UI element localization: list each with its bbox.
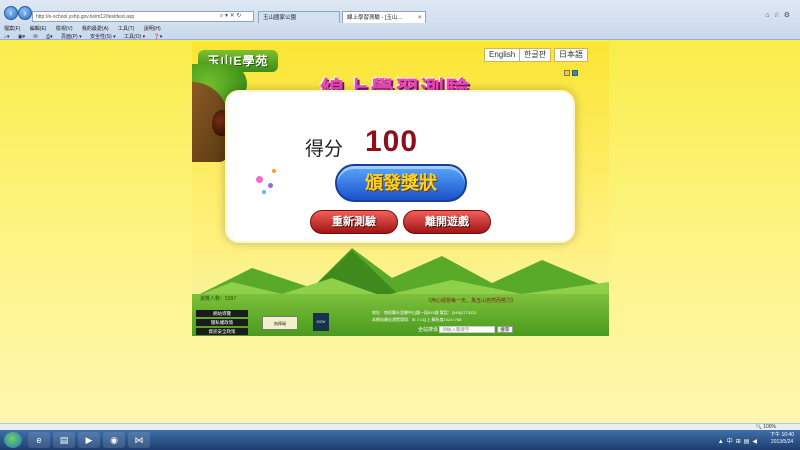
system-tray[interactable]: ▲中⊞▤◀	[718, 436, 760, 445]
bubble-decoration	[268, 183, 273, 188]
score-label: 得分	[305, 139, 344, 160]
lang-korean[interactable]: 한글판	[519, 48, 552, 62]
footer-link-security[interactable]: 資訊安全政策	[196, 328, 248, 335]
footer-link-privacy[interactable]: 隱私權政策	[196, 319, 248, 326]
ie-taskbar-icon[interactable]: e	[28, 432, 50, 448]
award-certificate-button[interactable]: 頒發獎狀	[335, 164, 467, 202]
govt-badge[interactable]: GOV	[313, 313, 329, 331]
back-button[interactable]: ‹	[4, 6, 18, 20]
menu-help[interactable]: 說明(H)	[144, 26, 161, 32]
lang-english[interactable]: English	[484, 48, 521, 62]
search-button[interactable]: 搜尋	[496, 326, 513, 334]
menu-view[interactable]: 檢視(V)	[56, 26, 73, 32]
theme-blue-icon[interactable]	[572, 70, 578, 76]
tab-label: 線上學習測驗 - [玉山…	[347, 15, 403, 21]
lang-japanese[interactable]: 日本語	[554, 48, 588, 62]
retest-button[interactable]: 重新測驗	[310, 210, 398, 234]
visual-studio-taskbar-icon[interactable]: ⋈	[128, 432, 150, 448]
slogan-text: 《用心經營每一天，為玉山自然而努力》	[426, 298, 517, 304]
close-tab-icon[interactable]: ✕	[417, 12, 422, 23]
windows-taskbar: e ▤ ▶ ◉ ⋈ ▲中⊞▤◀ 下午 10:40 2013/5/24	[0, 430, 800, 450]
address-tools[interactable]: ⌕ ▾ ✕ ↻	[220, 11, 241, 21]
chrome-taskbar-icon[interactable]: ◉	[103, 432, 125, 448]
menu-favorites[interactable]: 我的最愛(A)	[82, 26, 109, 32]
browser-toolbar-icons[interactable]: ⌂☆⚙	[765, 11, 794, 19]
clock-time: 下午 10:40	[770, 432, 794, 438]
leave-game-button[interactable]: 離開遊戲	[403, 210, 491, 234]
footer-address: 地址：南投縣水里鄉中山路一段515號 電話：(049)2773121	[372, 310, 477, 315]
search-label: 全站搜尋	[418, 327, 439, 333]
command-bar: ⌂▾ ▣▾ ✉ ⎙▾ 頁面(P) ▾ 安全性(S) ▾ 工具(O) ▾ ❓▾	[4, 33, 169, 40]
tab-label: 玉山國家公園	[263, 15, 297, 21]
clock[interactable]: 下午 10:40 2013/5/24	[770, 432, 794, 446]
visitor-counter: 瀏覽人數：5397	[200, 296, 237, 302]
bubble-decoration	[272, 169, 276, 173]
site-search: 全站搜尋 請輸入關鍵字 搜尋	[418, 326, 513, 334]
search-input[interactable]: 請輸入關鍵字	[439, 326, 496, 334]
tab-quiz[interactable]: 線上學習測驗 - [玉山… ✕	[342, 11, 426, 23]
forward-button[interactable]: ›	[18, 6, 32, 20]
bubble-decoration	[262, 190, 266, 194]
start-button[interactable]	[4, 432, 22, 448]
menu-bar: 檔案(F) 編輯(E) 檢視(V) 我的最愛(A) 工具(T) 說明(H)	[4, 25, 169, 32]
explorer-taskbar-icon[interactable]: ▤	[53, 432, 75, 448]
menu-edit[interactable]: 編輯(E)	[30, 26, 47, 32]
mountain-landscape	[192, 248, 609, 298]
bubble-decoration	[256, 176, 263, 183]
footer-link-sitemap[interactable]: 網站導覽	[196, 310, 248, 317]
menu-file[interactable]: 檔案(F)	[4, 26, 20, 32]
clock-date: 2013/5/24	[770, 439, 794, 445]
tab-yushan[interactable]: 玉山國家公園	[258, 11, 340, 23]
browser-chrome: ‹ › http://e-school.yshp.gov.tw/m12/test…	[0, 0, 800, 40]
game-frame: 玉山E學苑 English 한글판 日本語 線上學習測驗 得分 100 頒發獎狀…	[192, 42, 609, 336]
menu-tools[interactable]: 工具(T)	[118, 26, 134, 32]
footer-browser-note: 本網站最佳瀏覽環境：IE 7.0以上 解析度1024×768	[372, 317, 462, 322]
accessibility-badge[interactable]: 無障礙	[262, 316, 298, 330]
media-player-taskbar-icon[interactable]: ▶	[78, 432, 100, 448]
result-panel: 得分 100 頒發獎狀 重新測驗 離開遊戲	[225, 90, 575, 243]
score-value: 100	[365, 125, 419, 158]
browser-status-bar: 🔍 100%	[0, 423, 800, 430]
theme-yellow-icon[interactable]	[564, 70, 570, 76]
web-page: 玉山E學苑 English 한글판 日本語 線上學習測驗 得分 100 頒發獎狀…	[0, 40, 800, 423]
